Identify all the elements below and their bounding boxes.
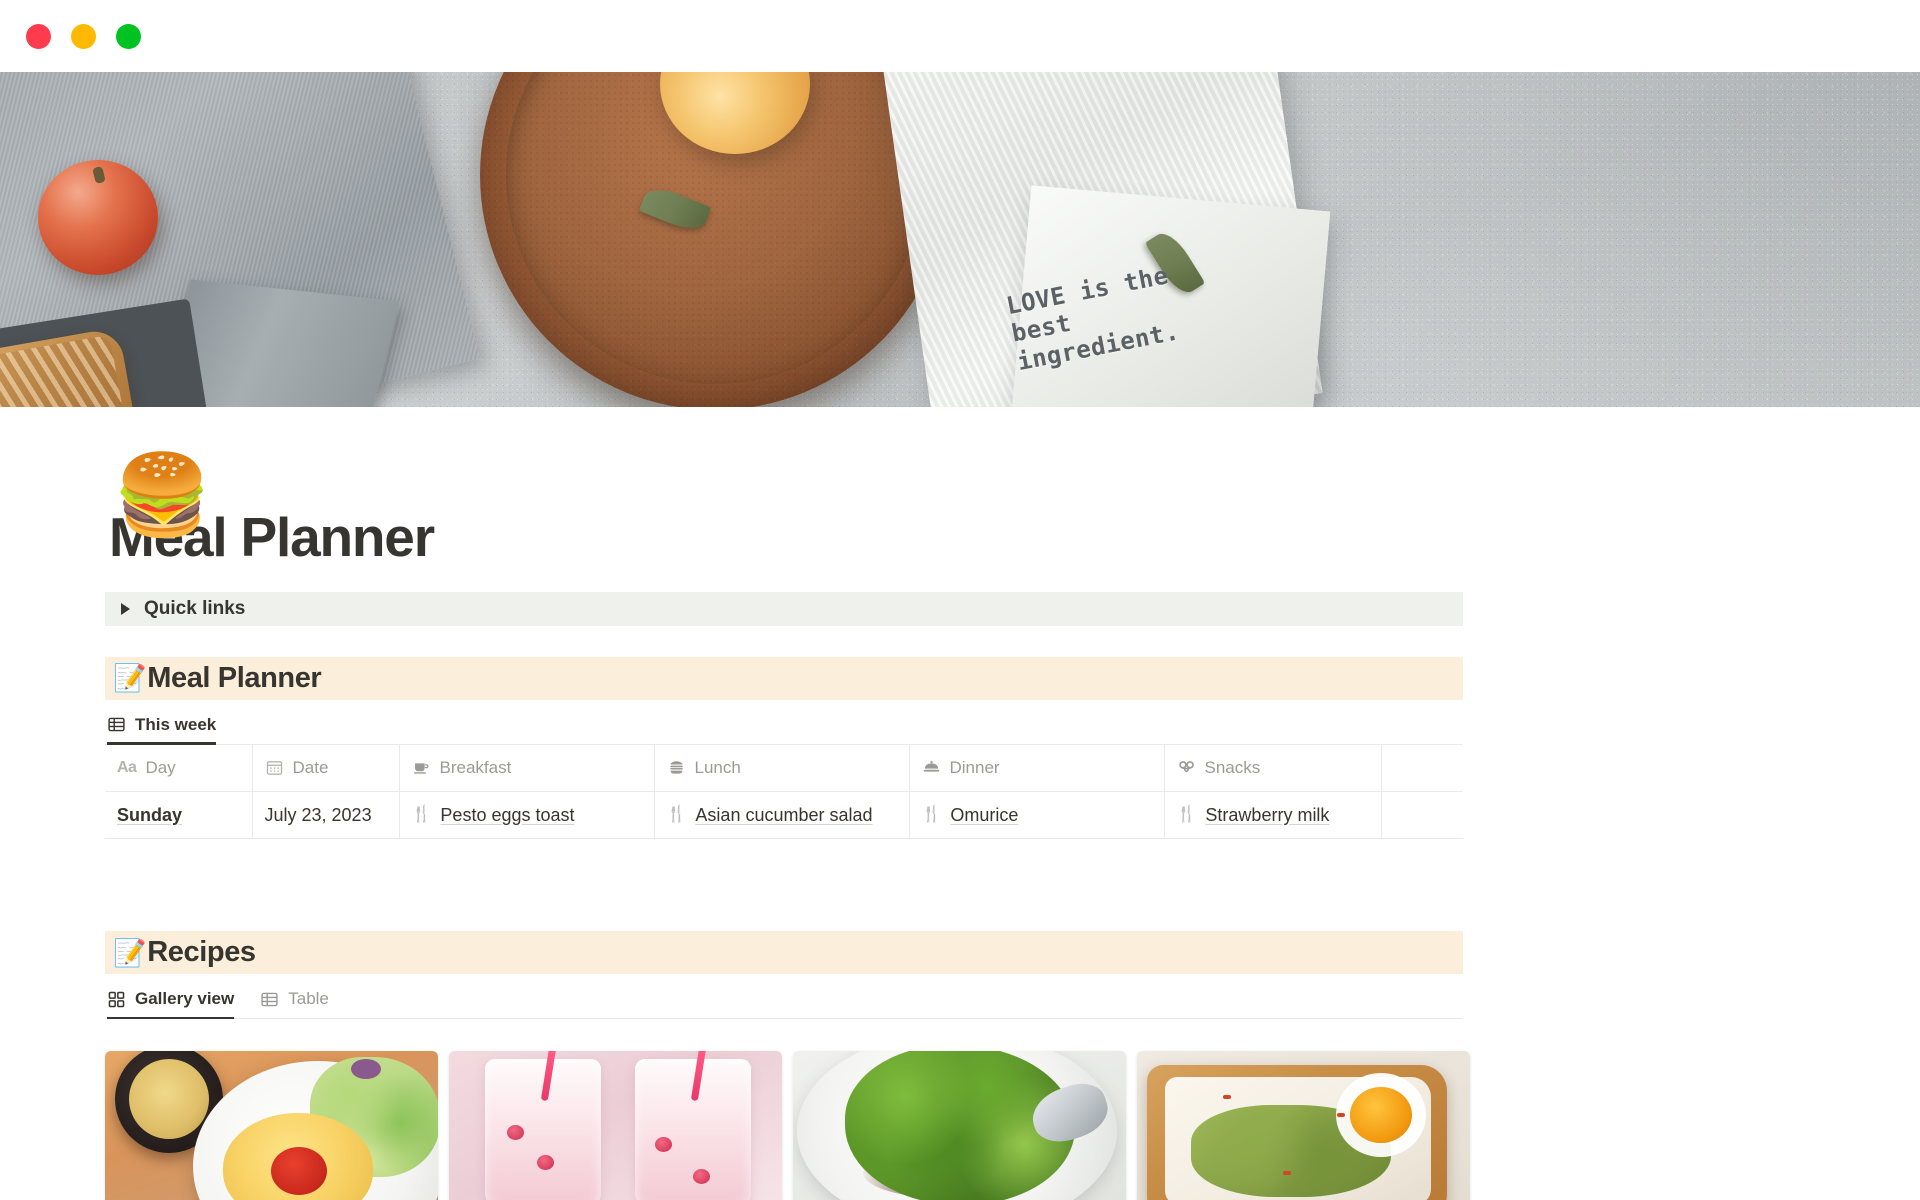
chili-flake xyxy=(1283,1171,1291,1175)
omurice-card[interactable] xyxy=(105,1051,438,1200)
cell-day[interactable]: Sunday xyxy=(105,791,253,839)
strawberry-milk-card[interactable] xyxy=(449,1051,782,1200)
column-header-lunch-label: Lunch xyxy=(694,757,741,777)
tab-gallery-view-label: Gallery view xyxy=(135,989,235,1008)
fried-egg xyxy=(1350,1087,1412,1143)
quick-links-toggle[interactable]: Quick links xyxy=(105,591,1463,626)
meal-planner-table: Aa Day Date Breakfast Lunch Dinner Snack… xyxy=(105,744,1463,839)
column-header-dinner-label: Dinner xyxy=(949,757,1000,777)
close-window-button[interactable] xyxy=(26,23,51,49)
cell-empty[interactable] xyxy=(1381,791,1463,839)
cell-lunch[interactable]: 🍴 Asian cucumber salad xyxy=(654,791,910,839)
coffee-icon xyxy=(412,758,431,777)
column-header-day[interactable]: Aa Day xyxy=(105,744,253,792)
purple-cabbage xyxy=(351,1059,381,1079)
chevron-right-icon[interactable] xyxy=(121,602,130,615)
page-title[interactable]: Meal Planner xyxy=(105,507,1463,568)
page-cover-image[interactable]: LOVE is the best ingredient. xyxy=(0,72,1920,407)
page-content: Meal Planner Quick links 📝 Meal Planner xyxy=(0,507,1920,1200)
fork-knife-icon: 🍴 xyxy=(666,806,687,823)
chili-flake xyxy=(1223,1095,1231,1099)
recipes-view-tabs: Gallery view Table xyxy=(105,974,1463,1019)
recipes-section-heading: 📝 Recipes xyxy=(105,931,1463,974)
strawberry-piece xyxy=(537,1155,554,1170)
column-header-add[interactable] xyxy=(1381,744,1463,792)
content-column: Meal Planner Quick links 📝 Meal Planner xyxy=(105,507,1470,1200)
column-header-breakfast-label: Breakfast xyxy=(439,757,512,777)
cell-date-value: July 23, 2023 xyxy=(264,804,372,825)
maximize-window-button[interactable] xyxy=(116,23,141,49)
fork-knife-icon: 🍴 xyxy=(1176,806,1197,823)
cell-snacks[interactable]: 🍴 Strawberry milk xyxy=(1164,791,1382,839)
tab-this-week[interactable]: This week xyxy=(107,714,217,745)
tab-this-week-label: This week xyxy=(135,714,217,734)
cell-lunch-value[interactable]: Asian cucumber salad xyxy=(695,805,872,826)
recipes-database: Gallery view Table xyxy=(105,974,1470,1200)
cell-breakfast[interactable]: 🍴 Pesto eggs toast xyxy=(399,791,655,839)
ketchup-dollop xyxy=(271,1147,327,1195)
memo-icon: 📝 xyxy=(113,937,147,968)
page-body: 🍔 Meal Planner Quick links 📝 Meal Planne… xyxy=(0,455,1920,1200)
memo-icon: 📝 xyxy=(113,663,147,693)
pesto-eggs-toast-card-image xyxy=(1137,1051,1470,1200)
column-header-breakfast[interactable]: Breakfast xyxy=(399,744,655,792)
traffic-light-controls xyxy=(26,23,141,49)
recipes-gallery xyxy=(105,1051,1470,1200)
pesto-eggs-toast-card[interactable] xyxy=(1137,1051,1470,1200)
fork-knife-icon: 🍴 xyxy=(921,806,942,823)
cucumber-salad-card[interactable] xyxy=(793,1051,1126,1200)
aa-title-icon: Aa xyxy=(117,758,137,776)
cover-photo: LOVE is the best ingredient. xyxy=(0,72,1920,407)
strawberry-piece xyxy=(507,1125,524,1140)
column-header-snacks[interactable]: Snacks xyxy=(1164,744,1382,792)
strawberry-piece xyxy=(693,1169,710,1184)
column-header-lunch[interactable]: Lunch xyxy=(654,744,910,792)
cloche-icon xyxy=(922,758,941,777)
strawberry-piece xyxy=(655,1137,672,1152)
column-header-dinner[interactable]: Dinner xyxy=(909,744,1165,792)
minimize-window-button[interactable] xyxy=(71,23,96,49)
recipes-heading-text: Recipes xyxy=(147,936,256,968)
table-icon xyxy=(107,715,126,734)
window-titlebar xyxy=(0,0,1920,72)
meal-planner-database: This week Aa Day Date Breakfast Lunch Di… xyxy=(105,700,1463,839)
calendar-icon xyxy=(265,758,284,777)
meal-planner-section-heading: 📝 Meal Planner xyxy=(105,656,1463,700)
cell-dinner-value[interactable]: Omurice xyxy=(950,805,1018,826)
gallery-grid-icon xyxy=(107,990,126,1009)
strawberry-milk-card-image xyxy=(449,1051,782,1200)
chili-flake xyxy=(1337,1113,1345,1117)
tab-table[interactable]: Table xyxy=(260,989,329,1018)
meal-planner-heading-text: Meal Planner xyxy=(147,661,322,694)
burger-icon xyxy=(667,758,686,777)
table-header-row: Aa Day Date Breakfast Lunch Dinner Snack… xyxy=(105,744,1463,792)
cucumber-salad-card-image xyxy=(793,1051,1126,1200)
pretzel-icon xyxy=(1177,758,1196,777)
meal-planner-view-tabs: This week xyxy=(105,700,1463,745)
red-apple xyxy=(38,160,158,275)
table-row: Sunday July 23, 2023 🍴 Pesto eggs toast xyxy=(105,791,1463,839)
tab-gallery-view[interactable]: Gallery view xyxy=(107,989,235,1019)
omurice-card-image xyxy=(105,1051,438,1200)
column-header-day-label: Day xyxy=(145,757,176,777)
cell-day-value[interactable]: Sunday xyxy=(117,805,182,825)
column-header-date[interactable]: Date xyxy=(252,744,400,792)
page-emoji-icon[interactable]: 🍔 xyxy=(113,455,211,534)
tab-table-label: Table xyxy=(288,989,329,1008)
cell-dinner[interactable]: 🍴 Omurice xyxy=(909,791,1165,839)
cell-date[interactable]: July 23, 2023 xyxy=(252,791,400,839)
table-icon xyxy=(260,990,279,1009)
cell-snacks-value[interactable]: Strawberry milk xyxy=(1205,805,1329,826)
column-header-date-label: Date xyxy=(292,757,329,777)
quick-links-label: Quick links xyxy=(144,597,246,619)
cell-breakfast-value[interactable]: Pesto eggs toast xyxy=(440,805,574,826)
fork-knife-icon: 🍴 xyxy=(411,806,432,823)
column-header-snacks-label: Snacks xyxy=(1204,757,1261,777)
